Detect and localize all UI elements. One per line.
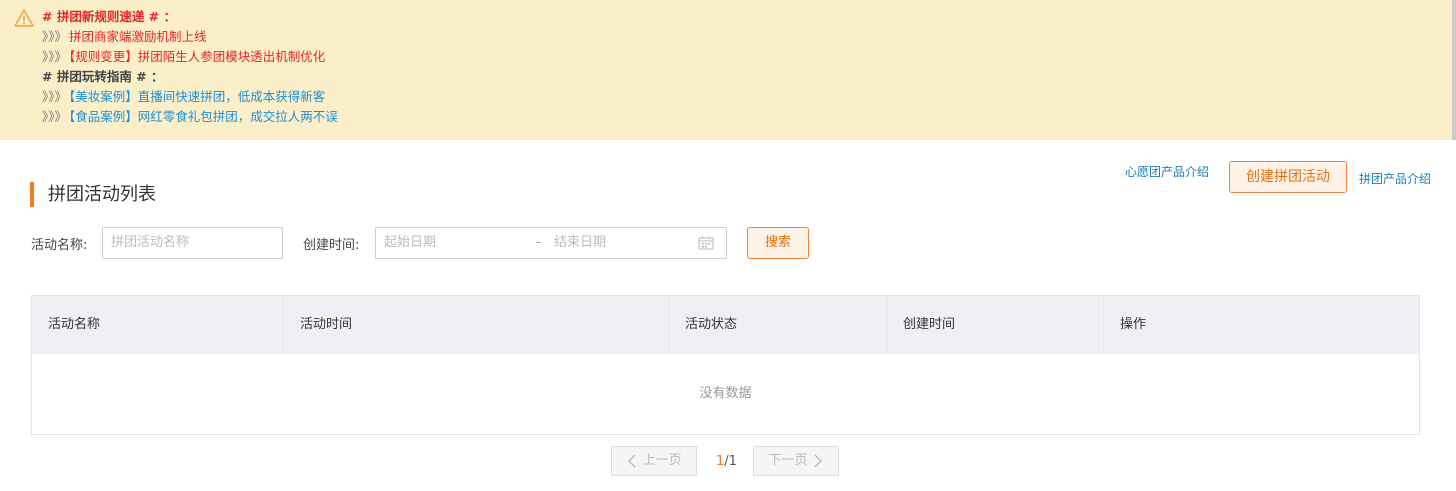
- notice-item-prefix: 》》》: [42, 29, 68, 44]
- wish-group-intro-link[interactable]: 心愿团产品介绍: [1125, 163, 1209, 180]
- activity-name-placeholder: 拼团活动名称: [111, 235, 190, 250]
- notice-item[interactable]: 》》》 【食品案例】网红零食礼包拼团，成交拉人两不误: [42, 107, 338, 127]
- create-time-label: 创建时间:: [303, 238, 360, 253]
- search-button[interactable]: 搜索: [747, 227, 809, 259]
- create-group-activity-button[interactable]: 创建拼团活动: [1229, 161, 1347, 193]
- chevron-right-icon: [814, 453, 822, 468]
- notice-item-link[interactable]: 拼团商家端激励机制上线: [69, 29, 207, 44]
- date-range-picker[interactable]: 起始日期 - 结束日期: [375, 227, 727, 259]
- page-title: 拼团活动列表: [48, 184, 156, 205]
- column-header-create-time: 创建时间: [887, 296, 1104, 354]
- announcement-banner: # 拼团新规则速递 # ： 》》》 拼团商家端激励机制上线 》》》 【规则变更】拼团…: [0, 0, 1452, 140]
- warning-icon: [14, 9, 34, 27]
- title-accent-bar: [30, 182, 34, 207]
- prev-page-label: 上一页: [642, 453, 682, 468]
- page-indicator: 1/1: [716, 454, 737, 469]
- chevron-left-icon: [628, 453, 636, 468]
- notice-item-link[interactable]: 【食品案例】网红零食礼包拼团，成交拉人两不误: [69, 109, 338, 124]
- activity-name-input[interactable]: 拼团活动名称: [102, 227, 283, 259]
- column-header-activity-time: 活动时间: [284, 296, 669, 354]
- notice-heading-rules: # 拼团新规则速递 # ：: [42, 9, 177, 24]
- calendar-icon[interactable]: [698, 236, 714, 250]
- notice-item-prefix: 》》》: [42, 109, 68, 124]
- notice-item-link[interactable]: 【规则变更】拼团陌生人参团模块透出机制优化: [69, 49, 325, 64]
- prev-page-button[interactable]: 上一页: [611, 446, 697, 476]
- table-header: 活动名称 活动时间 活动状态 创建时间 操作: [32, 296, 1419, 354]
- notice-item-link[interactable]: 【美妆案例】直播间快速拼团，低成本获得新客: [69, 89, 325, 104]
- notice-item[interactable]: 》》》 【规则变更】拼团陌生人参团模块透出机制优化: [42, 47, 325, 67]
- empty-state-text: 没有数据: [699, 386, 752, 401]
- group-product-intro-link[interactable]: 拼团产品介绍: [1359, 170, 1431, 187]
- notice-item-prefix: 》》》: [42, 49, 68, 64]
- activity-name-label: 活动名称:: [31, 238, 88, 253]
- column-header-actions: 操作: [1120, 317, 1147, 332]
- scrollbar[interactable]: [1452, 0, 1456, 140]
- activity-table: 活动名称 活动时间 活动状态 创建时间 操作 没有数据: [31, 295, 1420, 435]
- notice-item[interactable]: 》》》 拼团商家端激励机制上线: [42, 27, 207, 47]
- next-page-label: 下一页: [768, 453, 808, 468]
- range-separator: -: [536, 235, 541, 250]
- next-page-button[interactable]: 下一页: [753, 446, 839, 476]
- notice-heading-guide: # 拼团玩转指南 # ：: [42, 69, 164, 84]
- notice-item-prefix: 》》》: [42, 89, 68, 104]
- column-header-activity-name: 活动名称: [32, 296, 284, 354]
- start-date-input[interactable]: 起始日期: [384, 228, 436, 258]
- column-header-activity-status: 活动状态: [669, 296, 887, 354]
- total-pages: /1: [724, 454, 737, 469]
- end-date-input[interactable]: 结束日期: [554, 228, 606, 258]
- notice-item[interactable]: 》》》 【美妆案例】直播间快速拼团，低成本获得新客: [42, 87, 325, 107]
